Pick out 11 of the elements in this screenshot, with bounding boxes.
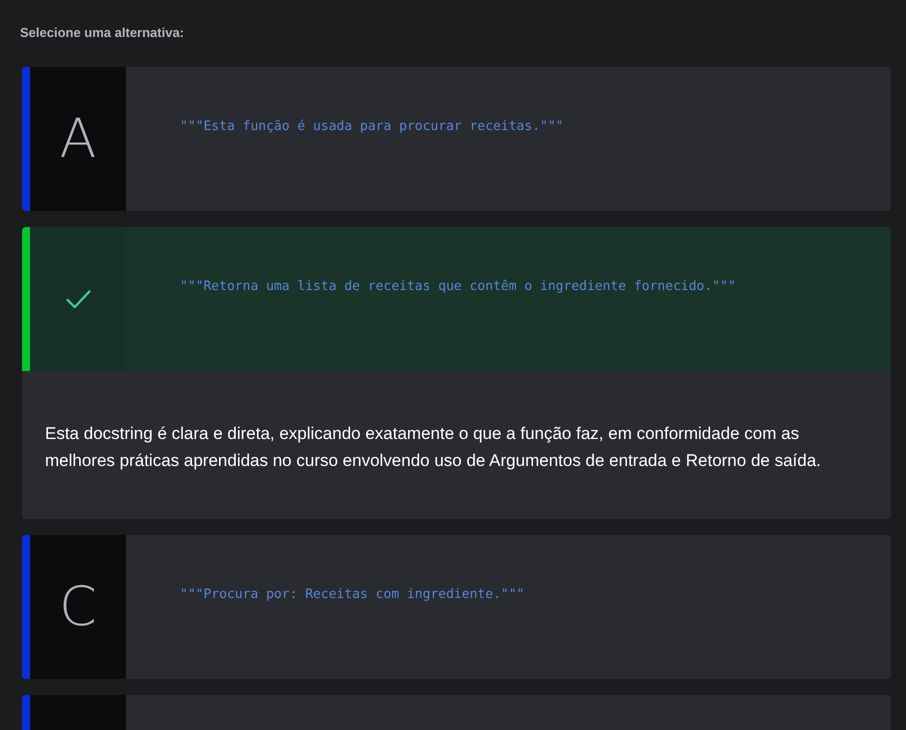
check-icon <box>66 290 90 308</box>
option-text: """Retorna uma lista de receitas que contêm o ingrediente fornecido.""" <box>180 278 736 296</box>
option-card[interactable]: A """Esta função é usada para procurar receitas.""" <box>22 67 891 211</box>
option-letter: C <box>59 577 97 637</box>
prompt-heading: Selecione uma alternativa: <box>20 25 184 41</box>
option-card[interactable]: C """Procura por: Receitas com ingrediente.""" <box>22 535 891 679</box>
option-letter: A <box>60 109 96 169</box>
option-text: """Procura por: Receitas com ingrediente.""" <box>180 586 524 604</box>
feedback-text: Esta docstring é clara e direta, explicando exatamente o que a função faz, em conformidade com as melhores práticas aprendidas no curso envolvendo uso de Argumentos de entrada e Retorno de saída. <box>45 423 822 472</box>
option-card[interactable]: """Retorna uma lista de receitas que contêm o ingrediente fornecido.""" <box>22 227 891 371</box>
option-text: """Esta função é usada para procurar receitas.""" <box>180 118 564 136</box>
